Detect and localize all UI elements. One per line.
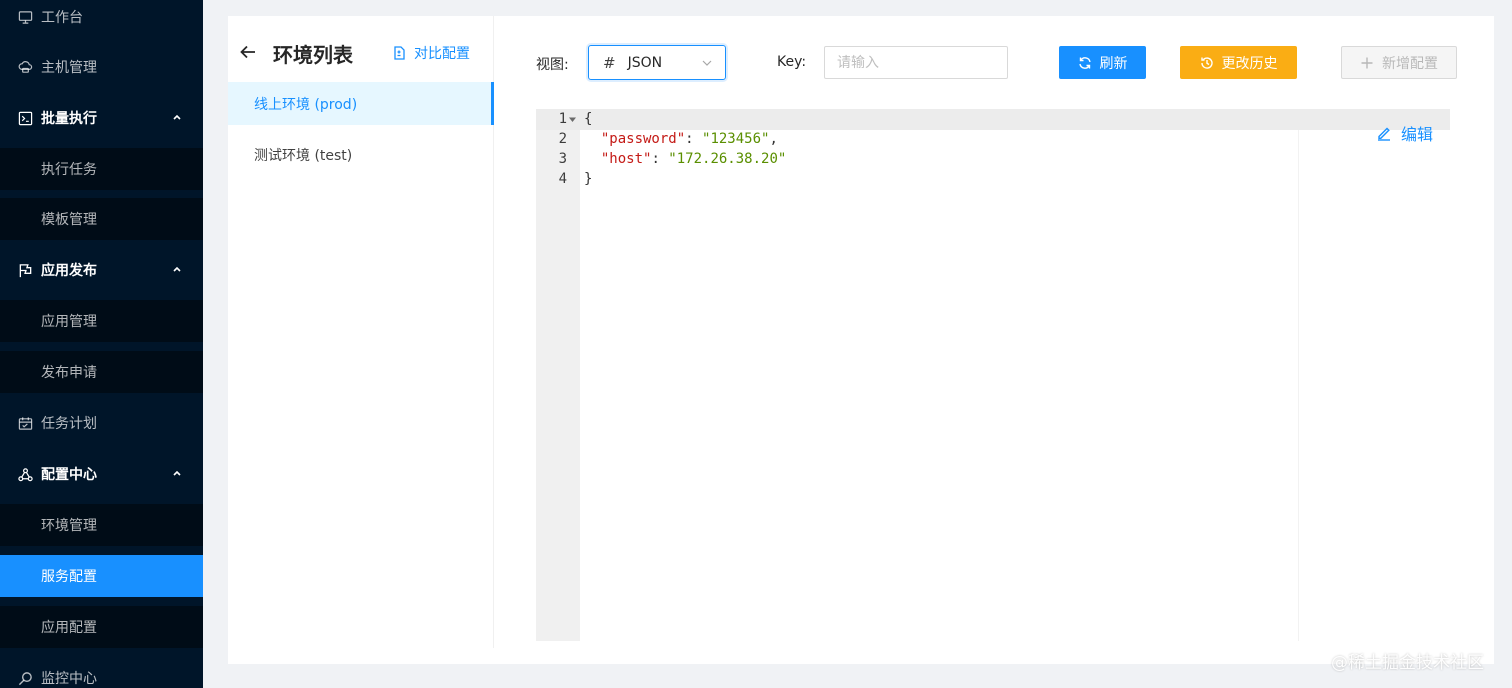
plus-icon — [1361, 57, 1373, 68]
key-label: Key: — [777, 54, 807, 70]
sidebar-item-label: 批量执行 — [41, 111, 97, 127]
sidebar-item-label: 配置中心 — [41, 467, 97, 483]
sidebar-item-app-manage[interactable]: 应用管理 — [0, 300, 203, 342]
change-history-button[interactable]: 更改历史 — [1180, 46, 1297, 79]
sidebar-item-label: 监控中心 — [41, 671, 97, 687]
json-key: "host" — [600, 151, 652, 167]
key-search-input[interactable] — [824, 46, 1008, 79]
line-number: 1 — [558, 111, 567, 127]
json-sep: : — [651, 151, 669, 167]
edit-label: 编辑 — [1401, 125, 1434, 144]
refresh-button-label: 刷新 — [1099, 55, 1128, 72]
sidebar-item-template[interactable]: 模板管理 — [0, 198, 203, 240]
sidebar-item-monitor[interactable]: 监控中心 — [0, 657, 203, 688]
sync-icon — [1078, 56, 1091, 69]
brace-open: { — [584, 111, 593, 127]
view-label: 视图: — [536, 57, 569, 73]
chevron-up-icon — [173, 114, 181, 120]
edit-link[interactable]: 编辑 — [1376, 121, 1433, 145]
env-item-label: 测试环境 (test) — [254, 147, 353, 164]
code-line: } — [584, 169, 592, 189]
code-line: "password": "123456", — [584, 129, 778, 149]
sidebar-item-label: 工作台 — [41, 10, 83, 26]
compare-config-label: 对比配置 — [414, 46, 470, 62]
add-config-label: 新增配置 — [1382, 55, 1438, 72]
sidebar-menu: 工作台 主机管理 批量执行 执行任务 模板管理 应用发布 应用管理 发布申请 任… — [0, 0, 203, 688]
env-item-test[interactable]: 测试环境 (test) — [228, 133, 494, 176]
env-list-header: 环境列表 对比配置 — [228, 34, 494, 70]
sidebar-item-label: 模板管理 — [41, 212, 97, 228]
sidebar-item-batch-exec[interactable]: 批量执行 — [0, 97, 203, 139]
sidebar-item-label: 发布申请 — [41, 365, 97, 381]
line-number: 3 — [558, 151, 567, 167]
sidebar-item-app-config[interactable]: 应用配置 — [0, 606, 203, 648]
sidebar-item-label: 应用管理 — [41, 314, 97, 330]
sidebar-item-schedule[interactable]: 任务计划 — [0, 402, 203, 444]
sidebar-item-service-config[interactable]: 服务配置 — [0, 555, 203, 597]
change-history-label: 更改历史 — [1221, 55, 1278, 72]
sidebar-item-exec-task[interactable]: 执行任务 — [0, 148, 203, 190]
edit-pencil-icon — [1378, 127, 1390, 141]
chevron-up-icon — [173, 470, 181, 476]
flag-icon — [16, 261, 34, 279]
schedule-icon — [16, 414, 34, 432]
file-diff-icon — [394, 46, 405, 60]
refresh-button[interactable]: 刷新 — [1059, 46, 1146, 79]
sidebar-item-workbench[interactable]: 工作台 — [0, 0, 203, 38]
sidebar-item-env-manage[interactable]: 环境管理 — [0, 504, 203, 546]
cluster-icon — [16, 465, 34, 483]
desktop-icon — [16, 8, 34, 26]
sidebar-item-release-request[interactable]: 发布申请 — [0, 351, 203, 393]
sidebar-item-hosts[interactable]: 主机管理 — [0, 46, 203, 88]
chevron-down-icon — [702, 60, 712, 66]
env-list-panel: 环境列表 对比配置 线上环境 (prod) 测试环境 (test) — [228, 16, 494, 648]
code-line: "host": "172.26.38.20" — [584, 149, 786, 169]
sidebar-item-config-center[interactable]: 配置中心 — [0, 453, 203, 495]
cloud-server-icon — [16, 58, 34, 76]
view-select-value: JSON — [627, 54, 663, 71]
terminal-icon — [16, 109, 34, 127]
compare-config-link[interactable]: 对比配置 — [392, 43, 470, 63]
json-editor[interactable]: 1 2 3 4 { "password": "123456", "host": … — [536, 109, 1450, 641]
json-value: "123456" — [702, 131, 770, 147]
editor-print-margin — [1298, 130, 1299, 641]
json-value: "172.26.38.20" — [668, 151, 787, 167]
json-comma: , — [769, 131, 778, 147]
line-number: 4 — [558, 171, 567, 187]
history-icon — [1200, 56, 1213, 69]
watermark-text: @稀土掘金技术社区 — [1331, 653, 1484, 673]
sidebar-item-label: 执行任务 — [41, 162, 97, 178]
env-list-title: 环境列表 — [273, 43, 353, 67]
sidebar-item-app-release[interactable]: 应用发布 — [0, 249, 203, 291]
brace-close: } — [584, 171, 593, 187]
config-card: 环境列表 对比配置 线上环境 (prod) 测试环境 (test) 视图: # … — [228, 16, 1494, 664]
sidebar-item-label: 任务计划 — [41, 416, 97, 432]
monitor-icon — [16, 669, 34, 687]
add-config-button[interactable]: 新增配置 — [1341, 46, 1457, 79]
view-select[interactable]: # JSON — [588, 45, 726, 80]
sidebar-item-label: 应用配置 — [41, 620, 97, 636]
sidebar-item-label: 服务配置 — [41, 569, 97, 585]
line-number: 2 — [558, 131, 567, 147]
json-sep: : — [685, 131, 703, 147]
arrow-left-icon[interactable] — [238, 42, 258, 62]
chevron-up-icon — [173, 266, 181, 272]
number-icon: # — [603, 53, 616, 72]
sidebar-item-label: 环境管理 — [41, 518, 97, 534]
sidebar-item-label: 应用发布 — [41, 263, 97, 279]
code-line: { — [584, 109, 592, 129]
fold-caret-icon[interactable] — [569, 116, 576, 123]
env-item-prod[interactable]: 线上环境 (prod) — [228, 82, 494, 125]
editor-active-line — [536, 109, 1450, 130]
sidebar-item-label: 主机管理 — [41, 60, 97, 76]
json-key: "password" — [600, 131, 686, 147]
env-item-label: 线上环境 (prod) — [254, 96, 358, 113]
